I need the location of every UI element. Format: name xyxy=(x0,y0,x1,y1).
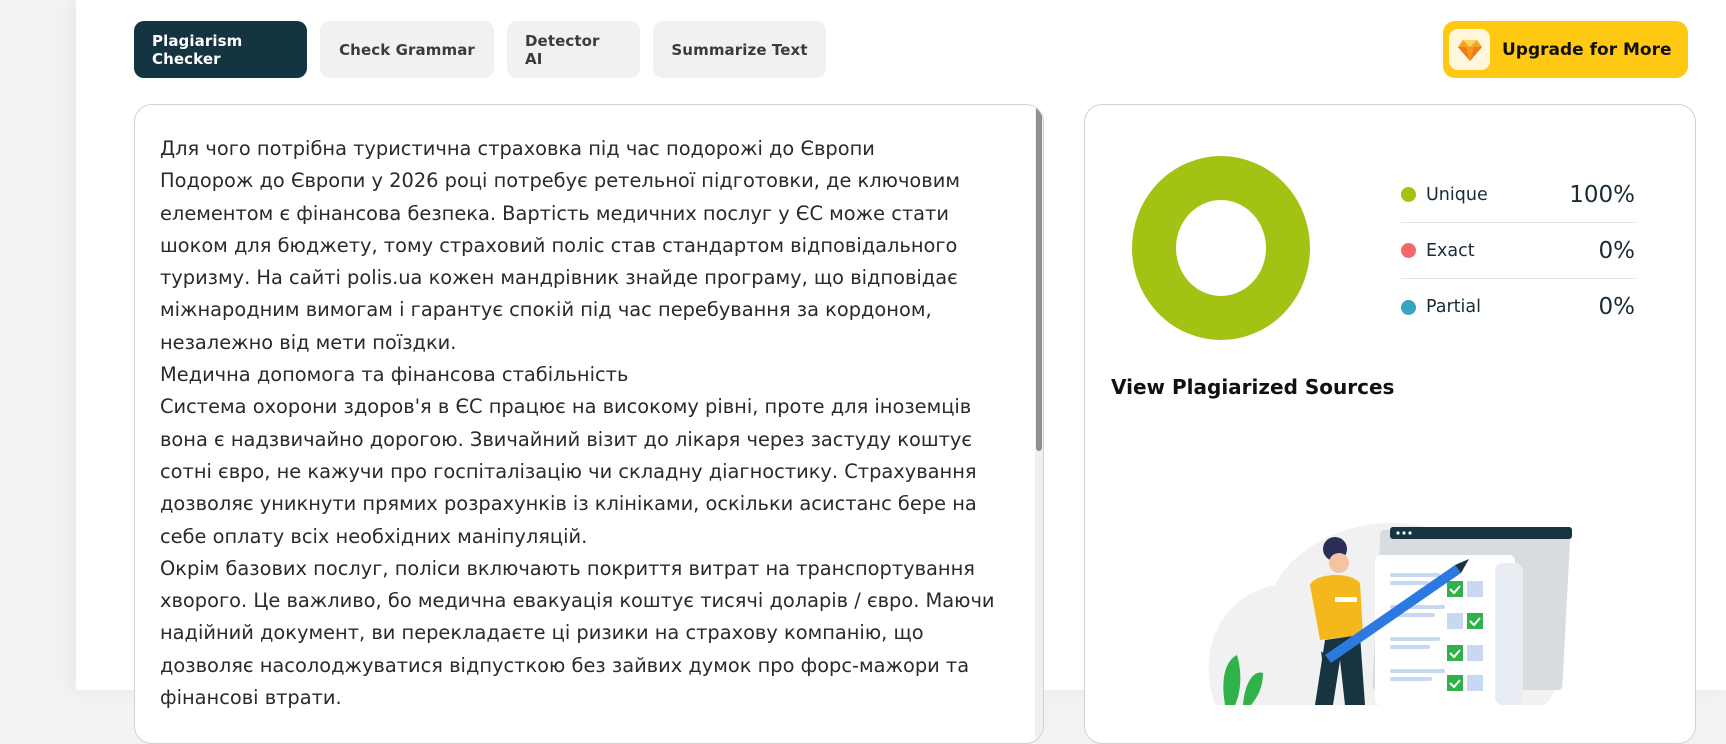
results-panel: Unique 100% Exact 0% Partial 0% View Pla… xyxy=(1084,104,1696,744)
tool-tabs: Plagiarism Checker Check Grammar Detecto… xyxy=(134,21,826,78)
stat-value-partial: 0% xyxy=(1598,294,1636,320)
scrollbar-thumb[interactable] xyxy=(1036,105,1042,451)
upgrade-label: Upgrade for More xyxy=(1502,39,1672,60)
stat-row-partial: Partial 0% xyxy=(1401,279,1635,335)
paragraph: Подорож до Європи у 2026 році потребує р… xyxy=(160,169,960,354)
stat-label-unique: Unique xyxy=(1426,184,1488,205)
view-plagiarized-sources-title[interactable]: View Plagiarized Sources xyxy=(1111,375,1394,399)
donut-ring-unique xyxy=(1132,156,1310,340)
checklist-illustration xyxy=(1208,523,1572,705)
tab-check-grammar[interactable]: Check Grammar xyxy=(320,21,494,78)
paragraph: Окрім базових послуг, поліси включають п… xyxy=(160,556,995,710)
tab-summarize-text[interactable]: Summarize Text xyxy=(653,21,826,78)
stat-value-unique: 100% xyxy=(1569,181,1635,208)
uniqueness-donut-chart xyxy=(1132,156,1310,340)
exact-dot xyxy=(1401,243,1416,258)
stat-label-partial: Partial xyxy=(1426,297,1481,317)
upgrade-button[interactable]: Upgrade for More xyxy=(1443,21,1688,78)
stat-label-exact: Exact xyxy=(1426,240,1475,261)
diamond-icon xyxy=(1449,29,1490,70)
editor-scrollbar[interactable] xyxy=(1035,105,1043,743)
stat-row-exact: Exact 0% xyxy=(1401,223,1635,279)
result-stats: Unique 100% Exact 0% Partial 0% xyxy=(1401,167,1635,335)
editor-content[interactable]: Для чого потрібна туристична страховка п… xyxy=(160,133,1010,714)
text-input-area[interactable]: Для чого потрібна туристична страховка п… xyxy=(134,104,1044,744)
paragraph: Система охорони здоров'я в ЄС працює на … xyxy=(160,395,977,548)
stat-row-unique: Unique 100% xyxy=(1401,167,1635,223)
paragraph: Медична допомога та фінансова стабільніс… xyxy=(160,363,629,387)
main-page: Plagiarism Checker Check Grammar Detecto… xyxy=(76,0,1726,744)
stat-value-exact: 0% xyxy=(1598,237,1636,264)
unique-dot xyxy=(1401,187,1416,202)
tab-detector-ai[interactable]: Detector AI xyxy=(507,21,640,78)
tab-plagiarism-checker[interactable]: Plagiarism Checker xyxy=(134,21,307,78)
paragraph: Для чого потрібна туристична страховка п… xyxy=(160,137,875,160)
partial-dot xyxy=(1401,299,1416,315)
